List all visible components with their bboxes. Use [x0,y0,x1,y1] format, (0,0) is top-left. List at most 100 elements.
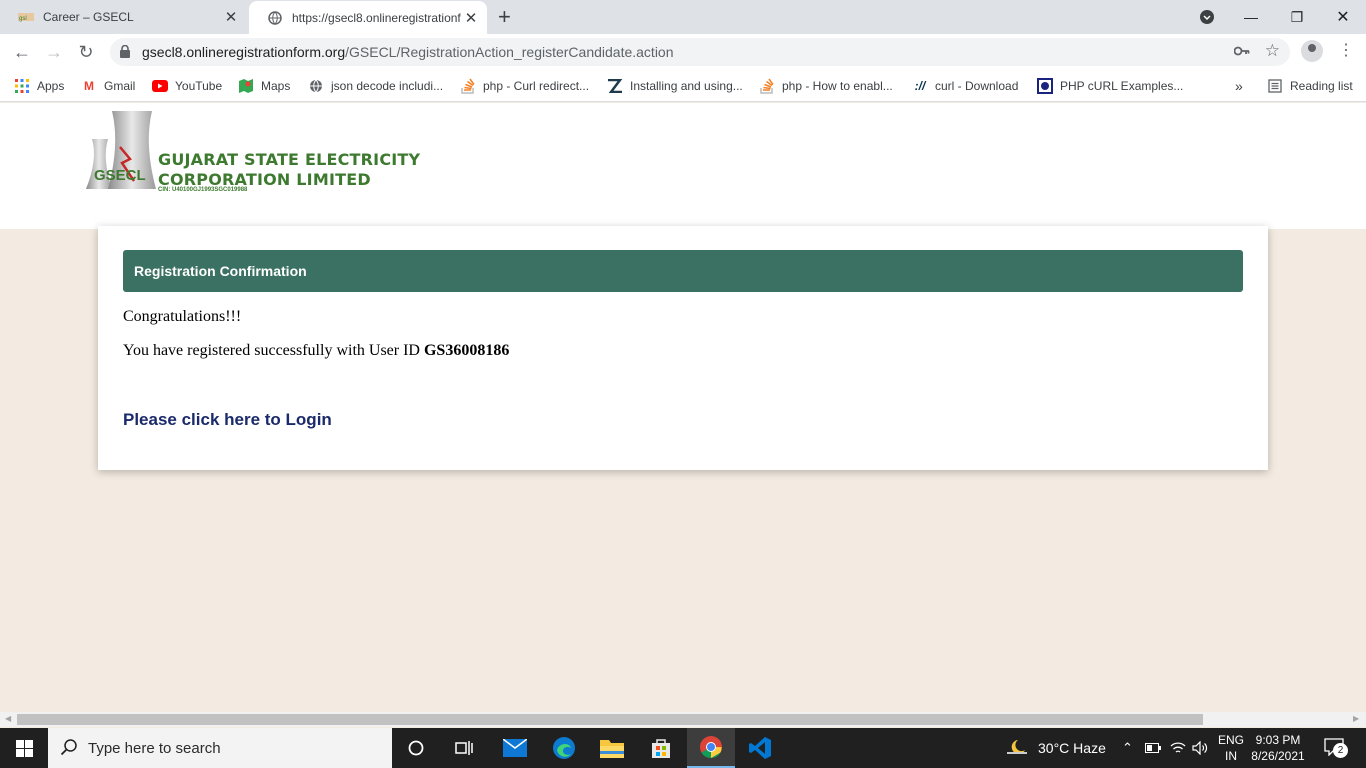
back-arrow-icon[interactable]: ← [10,41,34,63]
globe-icon [267,10,283,26]
browser-toolbar: ← → ↻ gsecl8.onlineregistrationform.org/… [0,34,1366,70]
congratulations-text: Congratulations!!! [123,308,242,325]
lock-icon[interactable] [120,44,130,63]
bookmark-curl-redirect[interactable]: php - Curl redirect... [460,76,589,96]
url-path: /GSECL/RegistrationAction_registerCandid… [345,44,674,60]
file-explorer-icon[interactable] [588,728,636,768]
logo-abbreviation: GSECL [94,167,146,184]
new-tab-button[interactable]: + [498,4,511,30]
taskbar-search-box[interactable]: Type here to search [48,728,392,768]
scroll-left-arrow-icon[interactable]: ◀ [5,714,11,723]
bookmark-label: curl - Download [935,79,1019,93]
bookmark-apps[interactable]: Apps [14,76,64,96]
action-center-button[interactable]: 2 [1324,728,1348,768]
menu-kebab-icon[interactable]: ⋮ [1338,40,1354,60]
key-icon[interactable] [1233,43,1250,59]
bookmark-label: Gmail [104,79,136,93]
weather-widget[interactable]: 30°C Haze [1006,728,1106,768]
bookmark-label: YouTube [175,79,223,93]
registration-confirmation-card: Registration Confirmation Congratulation… [98,226,1268,470]
tab-title: Career – GSECL [43,10,134,24]
clock[interactable]: 9:03 PM 8/26/2021 [1246,732,1310,764]
bookmark-how-to-enable[interactable]: php - How to enabl... [759,76,893,96]
profile-avatar-icon[interactable] [1301,40,1323,62]
bookmark-maps[interactable]: Maps [238,76,290,96]
address-bar[interactable]: gsecl8.onlineregistrationform.org/GSECL/… [110,38,1290,66]
region-code: IN [1225,749,1237,763]
notification-icon: 2 [1324,738,1348,758]
logo-company-line1: GUJARAT STATE ELECTRICITY [158,150,421,169]
search-placeholder: Type here to search [88,740,221,757]
logo-cin: CIN: U40100GJ1993SGC019988 [158,187,248,193]
bookmark-label: php - How to enabl... [782,79,893,93]
search-icon [60,738,78,760]
reading-list-icon [1267,78,1283,94]
gmail-icon: M [84,79,94,93]
registration-message-prefix: You have registered successfully with Us… [123,342,424,359]
mail-icon[interactable] [491,728,539,768]
bookmark-curl-download[interactable]: :// curl - Download [912,76,1019,96]
language-code: ENG [1217,733,1244,747]
task-view-icon[interactable] [440,728,488,768]
forward-arrow-icon[interactable]: → [42,41,66,63]
scroll-right-arrow-icon[interactable]: ▶ [1353,714,1359,723]
input-language[interactable]: ENG IN [1217,732,1245,764]
card-title: Registration Confirmation [123,250,1243,292]
cortana-icon[interactable] [392,728,440,768]
bookmark-installing[interactable]: Installing and using... [607,76,743,96]
scrollbar-thumb[interactable] [17,714,1203,725]
start-button[interactable] [0,728,48,768]
php-icon [1037,78,1053,94]
restore-window-button[interactable]: ❐ [1274,0,1320,34]
bookmark-label: php - Curl redirect... [483,79,590,93]
microsoft-store-icon[interactable] [637,728,685,768]
battery-icon[interactable] [1145,728,1161,768]
bookmark-php-curl-examples[interactable]: PHP cURL Examples... [1037,76,1183,96]
tab-search-icon[interactable] [1194,0,1220,34]
bookmarks-bar: Apps M Gmail YouTube Maps json decode inc… [0,70,1366,102]
windows-taskbar: Type here to search 30°C Haze ⌃ ENG IN 9… [0,728,1366,768]
bookmark-label: Apps [37,79,65,93]
reload-icon[interactable]: ↻ [74,41,98,63]
tab-title: https://gsecl8.onlineregistrationf… [292,10,461,25]
apps-grid-icon [14,78,30,94]
youtube-icon [152,78,168,94]
close-tab-icon[interactable]: ✕ [221,8,241,26]
browser-tab-strip: gsl Career – GSECL ✕ https://gsecl8.onli… [0,0,1366,34]
volume-icon[interactable] [1192,728,1208,768]
svg-text:gsl: gsl [19,16,27,22]
bookmark-youtube[interactable]: YouTube [152,76,222,96]
gsecl-logo[interactable]: GSECL GUJARAT STATE ELECTRICITY CORPORAT… [84,109,424,193]
url-host: gsecl8.onlineregistrationform.org [142,44,346,60]
tab-career-gsecl[interactable]: gsl Career – GSECL ✕ [0,0,247,34]
windows-logo-icon [15,739,33,757]
tab-registration[interactable]: https://gsecl8.onlineregistrationf… ✕ [249,1,487,34]
chrome-icon[interactable] [687,728,735,768]
close-window-button[interactable]: ✕ [1320,0,1366,34]
bookmark-star-icon[interactable]: ☆ [1265,41,1280,61]
minimize-window-button[interactable]: — [1228,0,1274,34]
bookmark-gmail[interactable]: M Gmail [81,76,135,96]
stackoverflow-icon [759,78,775,94]
user-id: GS36008186 [423,342,510,359]
weather-moon-icon [1006,738,1028,759]
vscode-icon[interactable] [736,728,784,768]
bookmark-json-decode[interactable]: json decode includi... [308,76,443,96]
registration-message: You have registered successfully with Us… [123,342,509,360]
stackoverflow-icon [460,78,476,94]
site-header: GSECL GUJARAT STATE ELECTRICITY CORPORAT… [0,103,1366,229]
zend-icon [607,78,623,94]
wifi-icon[interactable] [1170,728,1186,768]
globe-icon [308,78,324,94]
url-text: gsecl8.onlineregistrationform.org/GSECL/… [142,44,674,60]
horizontal-scrollbar[interactable]: ◀ ▶ [0,712,1366,727]
weather-text: 30°C Haze [1038,740,1106,756]
curl-icon: :// [914,79,926,93]
more-bookmarks-button[interactable]: » [1235,76,1243,96]
bookmark-label: Reading list [1290,79,1353,93]
reading-list-button[interactable]: Reading list [1267,76,1353,96]
show-hidden-icons-chevron-icon[interactable]: ⌃ [1122,728,1133,768]
edge-browser-icon[interactable] [540,728,588,768]
close-tab-icon[interactable]: ✕ [461,9,481,27]
login-link[interactable]: Please click here to Login [123,410,332,430]
